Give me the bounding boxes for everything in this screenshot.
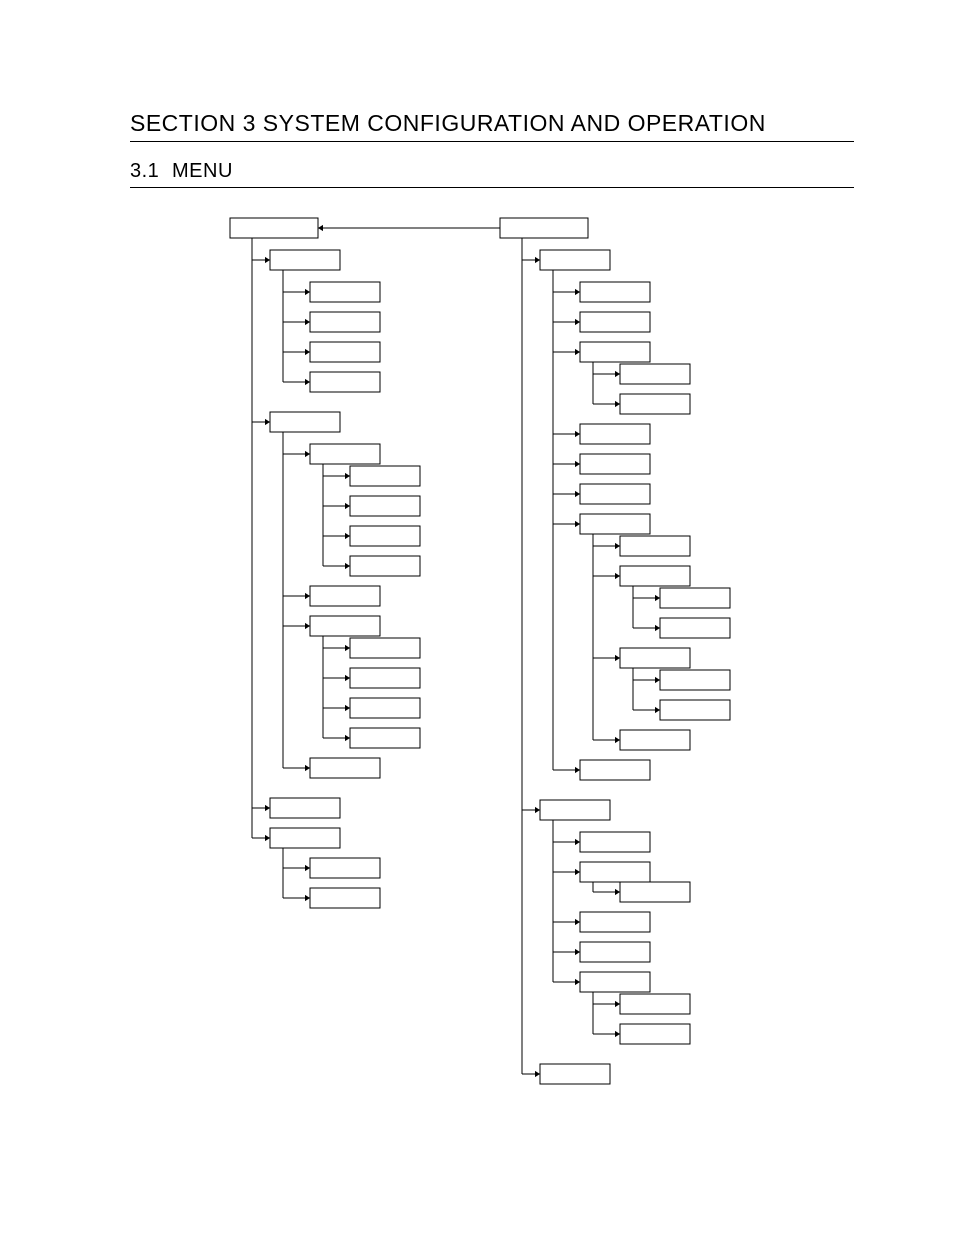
subsection-heading: 3.1 MENU bbox=[130, 160, 854, 188]
subsection-number: 3.1 bbox=[130, 160, 172, 183]
page: SECTION 3 SYSTEM CONFIGURATION AND OPERA… bbox=[0, 0, 954, 1235]
tree-svg bbox=[230, 218, 850, 1118]
section-title: SECTION 3 SYSTEM CONFIGURATION AND OPERA… bbox=[130, 110, 854, 142]
menu-tree-diagram bbox=[230, 218, 850, 1118]
subsection-title: MENU bbox=[172, 160, 233, 183]
